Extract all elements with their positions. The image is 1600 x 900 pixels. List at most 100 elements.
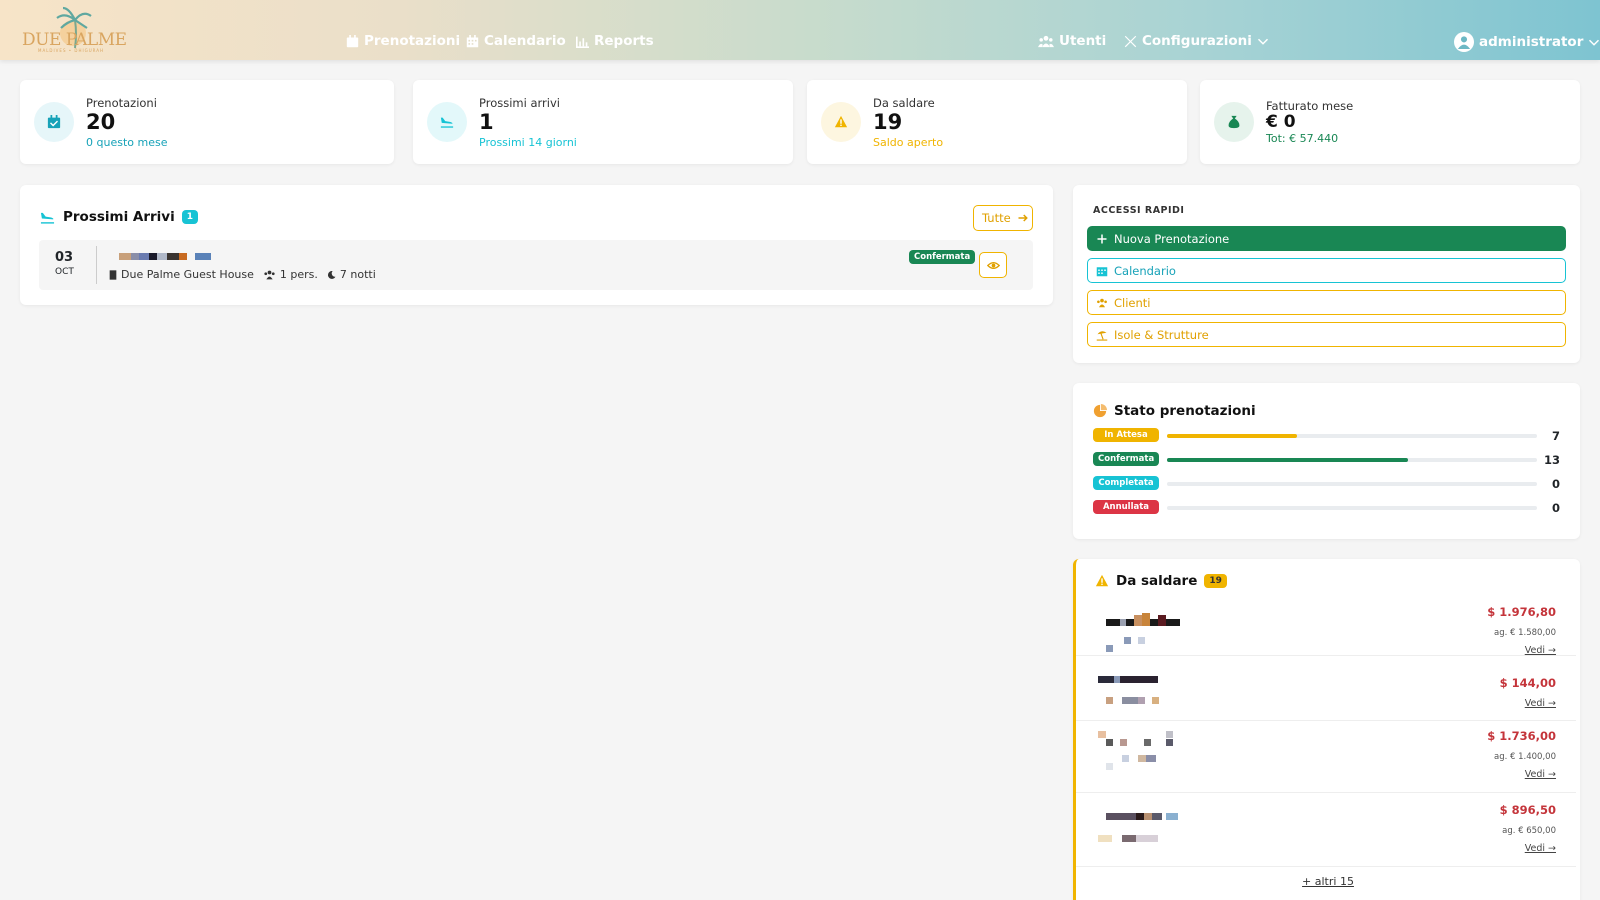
due-count-badge: 19	[1204, 574, 1227, 588]
stat-card-fatturato: Fatturato mese € 0 Tot: € 57.440	[1200, 80, 1580, 164]
plus-icon	[1097, 234, 1107, 243]
arrival-guests: 1 pers.	[279, 268, 318, 281]
status-count: 0	[1551, 501, 1560, 515]
quick-access-title: ACCESSI RAPIDI	[1093, 205, 1185, 216]
stat-value: 20	[86, 110, 116, 134]
status-bar-track	[1167, 434, 1537, 438]
new-booking-label: Nuova Prenotazione	[1114, 231, 1230, 246]
nav-link-utenti[interactable]: Utenti	[1038, 33, 1106, 49]
status-count: 0	[1551, 477, 1560, 491]
due-item[interactable]: $ 1.976,80 ag. € 1.580,00 Vedi →	[1076, 601, 1576, 656]
arrival-row[interactable]: 03 OCT Due Palme Guest House 1 pers. 7 n…	[39, 240, 1033, 290]
tools-icon	[1124, 35, 1137, 47]
due-amount: $ 1.736,00	[1487, 729, 1556, 743]
due-title: Da saldare 19	[1095, 573, 1227, 589]
brand-logo[interactable]: DUE PALME MALDIVES • DHIGURAH	[20, 6, 130, 54]
arrow-right-icon	[1018, 214, 1028, 222]
status-badge: Confermata	[1093, 452, 1159, 466]
calendar-button[interactable]: Calendario	[1087, 258, 1566, 283]
user-icon	[1457, 36, 1471, 49]
stat-sub: Saldo aperto	[873, 136, 944, 149]
stat-label: Da saldare	[873, 96, 935, 110]
users-icon	[1097, 298, 1107, 307]
eye-icon	[986, 261, 1000, 269]
stat-card-prossimi-arrivi: Prossimi arrivi 1 Prossimi 14 giorni	[413, 80, 793, 164]
new-booking-button[interactable]: Nuova Prenotazione	[1087, 226, 1566, 251]
due-item[interactable]: $ 896,50 ag. € 650,00 Vedi →	[1076, 793, 1576, 867]
users-icon	[264, 270, 275, 279]
status-row: Annullata 0	[1073, 500, 1580, 518]
stat-value: 19	[873, 110, 903, 134]
stat-icon-wrap	[34, 102, 74, 142]
due-payments-panel: Da saldare 19 $ 1.976,80 ag. € 1.580,00 …	[1073, 559, 1580, 900]
view-due-link[interactable]: Vedi →	[1525, 645, 1556, 656]
avatar	[1454, 32, 1474, 52]
due-item[interactable]: $ 144,00 Vedi →	[1076, 666, 1576, 721]
stat-icon-wrap	[821, 102, 861, 142]
status-row: Confermata 13	[1073, 452, 1580, 470]
clients-button[interactable]: Clienti	[1087, 290, 1566, 315]
building-icon	[109, 269, 117, 280]
status-bar-fill	[1167, 434, 1297, 438]
stat-label: Prenotazioni	[86, 96, 157, 110]
stat-value: € 0	[1266, 112, 1296, 132]
status-row: Completata 0	[1073, 476, 1580, 494]
booking-status-panel: Stato prenotazioni In Attesa 7 Confermata 1…	[1073, 383, 1580, 539]
nav-link-label: Configurazioni	[1142, 33, 1252, 49]
booking-status-title-text: Stato prenotazioni	[1114, 403, 1256, 419]
nav-dropdown-configurazioni[interactable]: Configurazioni	[1124, 33, 1269, 49]
view-due-link[interactable]: Vedi →	[1525, 843, 1556, 854]
calendar-label: Calendario	[1114, 263, 1176, 278]
status-row: In Attesa 7	[1073, 428, 1580, 446]
arrival-details: Due Palme Guest House 1 pers. 7 notti	[109, 268, 376, 281]
calendar-icon	[1096, 266, 1108, 276]
arrivals-title-text: Prossimi Arrivi	[63, 209, 175, 225]
due-agency-amount: ag. € 1.580,00	[1494, 628, 1556, 638]
status-count: 7	[1551, 429, 1560, 443]
stat-icon-wrap	[1214, 102, 1254, 142]
all-arrivals-button[interactable]: Tutte	[973, 205, 1033, 231]
stat-card-prenotazioni: Prenotazioni 20 0 questo mese	[20, 80, 394, 164]
status-badge: In Attesa	[1093, 428, 1159, 442]
due-item[interactable]: $ 1.736,00 ag. € 1.400,00 Vedi →	[1076, 719, 1576, 793]
stat-value: 1	[479, 110, 494, 134]
due-amount: $ 144,00	[1499, 676, 1556, 690]
status-bar-track	[1167, 506, 1537, 510]
stat-label: Fatturato mese	[1266, 99, 1354, 113]
arrival-divider	[96, 246, 97, 284]
calendar-check-icon	[346, 34, 359, 47]
chevron-down-icon	[1589, 39, 1600, 46]
arrival-nights: 7 notti	[339, 268, 376, 281]
more-due-link[interactable]: + altri 15	[1076, 875, 1580, 888]
arrival-day: 03	[55, 250, 74, 265]
warning-icon	[1095, 574, 1109, 587]
user-menu[interactable]: administrator	[1454, 32, 1600, 52]
stat-card-da-saldare: Da saldare 19 Saldo aperto	[807, 80, 1187, 164]
nav-link-prenotazioni[interactable]: Prenotazioni	[346, 33, 460, 49]
nav-link-reports[interactable]: Reports	[576, 33, 654, 49]
stat-label: Prossimi arrivi	[479, 96, 560, 110]
user-name: administrator	[1479, 34, 1584, 50]
chart-icon	[576, 36, 589, 48]
view-booking-button[interactable]	[979, 252, 1007, 278]
view-due-link[interactable]: Vedi →	[1525, 698, 1556, 709]
stat-sub: Prossimi 14 giorni	[479, 136, 577, 149]
umbrella-beach-icon	[1096, 330, 1108, 341]
due-amount: $ 1.976,80	[1487, 605, 1556, 619]
islands-button[interactable]: Isole & Strutture	[1087, 322, 1566, 347]
nav-link-label: Utenti	[1059, 33, 1107, 49]
stat-sub: 0 questo mese	[86, 136, 168, 149]
status-badge: Confermata	[909, 250, 976, 264]
booking-status-title: Stato prenotazioni	[1093, 403, 1256, 419]
plane-arrival-icon	[440, 117, 454, 128]
view-due-link[interactable]: Vedi →	[1525, 769, 1556, 780]
nav-link-label: Calendario	[484, 33, 566, 49]
users-icon	[1038, 35, 1054, 47]
arrival-property: Due Palme Guest House	[121, 268, 254, 281]
warning-icon	[834, 115, 848, 128]
nav-link-label: Prenotazioni	[364, 33, 461, 49]
nav-link-calendario[interactable]: Calendario	[466, 33, 566, 49]
quick-access-panel: ACCESSI RAPIDI Nuova Prenotazione Calend…	[1073, 185, 1580, 363]
arrival-month: OCT	[55, 267, 74, 277]
logo-subtitle: MALDIVES • DHIGURAH	[38, 48, 105, 53]
